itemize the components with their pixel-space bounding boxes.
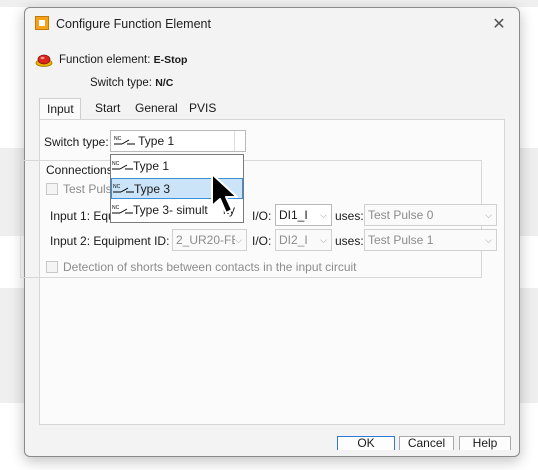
switch-type-label: Switch type:: [44, 135, 109, 149]
input2-equipment-value: 2_UR20-FE: [176, 233, 240, 247]
estop-icon: [35, 54, 53, 67]
app-config-icon: [35, 16, 49, 30]
function-element-value: E-Stop: [153, 54, 188, 66]
combo-button: [234, 131, 245, 151]
connections-label: Connections: [46, 163, 115, 177]
background-band: [0, 0, 538, 7]
input2-io-label: I/O:: [252, 234, 272, 248]
input2-uses-value: Test Pulse 1: [368, 233, 434, 247]
function-element-info: Function element: E-Stop: [59, 54, 187, 66]
input1-uses-select[interactable]: Test Pulse 0 ⌵: [364, 204, 497, 226]
switch-type-value: Type 1: [138, 134, 175, 148]
svg-text:NC: NC: [113, 184, 121, 190]
input2-equipment-select[interactable]: 2_UR20-FE ⌵: [172, 229, 247, 251]
input1-io-value: DI1_I: [279, 208, 308, 222]
input1-label: Input 1: Equ: [50, 209, 115, 223]
detection-shorts-label: Detection of shorts between contacts in …: [63, 260, 357, 274]
chevron-down-icon: ⌵: [485, 210, 492, 220]
switch-type-select[interactable]: NC Type 1: [110, 130, 246, 152]
test-pulse-checkbox[interactable]: [46, 183, 58, 195]
dialog-title: Configure Function Element: [56, 17, 211, 31]
input2-uses-select[interactable]: Test Pulse 1 ⌵: [364, 229, 497, 251]
svg-text:NC: NC: [112, 161, 120, 167]
input1-uses-label: uses:: [335, 209, 364, 223]
switch-type-header-value: N/C: [155, 77, 174, 89]
svg-text:NC: NC: [114, 136, 122, 142]
nc-contact-icon: NC: [112, 205, 133, 214]
input2-io-select[interactable]: DI2_I ⌵: [275, 229, 332, 251]
tab-start[interactable]: Start: [88, 98, 127, 120]
input2-uses-label: uses:: [335, 234, 364, 248]
dropdown-option-label: Type 3- simult: [133, 203, 208, 217]
title-bar: Configure Function Element ✕: [25, 8, 519, 40]
tab-general[interactable]: General: [128, 98, 185, 120]
switch-type-info: Switch type: N/C: [90, 77, 173, 89]
dropdown-option-label: Type 3: [134, 182, 171, 196]
detection-shorts-checkbox[interactable]: [46, 261, 58, 273]
nc-contact-icon: NC: [114, 136, 135, 145]
switch-type-header-label: Switch type:: [90, 77, 152, 89]
input1-io-select[interactable]: DI1_I ⌵: [275, 204, 332, 226]
ok-button[interactable]: OK: [337, 436, 395, 450]
tab-input[interactable]: Input: [39, 98, 81, 120]
nc-contact-icon: NC: [113, 184, 134, 193]
tab-pvis[interactable]: PVIS: [182, 98, 223, 120]
chevron-down-icon: ⌵: [235, 230, 242, 250]
help-button[interactable]: Help: [459, 436, 511, 450]
input1-io-label: I/O:: [252, 209, 272, 223]
input1-uses-value: Test Pulse 0: [368, 208, 434, 222]
function-element-label: Function element:: [59, 54, 151, 66]
chevron-down-icon: ⌵: [485, 235, 492, 245]
dropdown-option-label: Type 1: [133, 159, 170, 173]
input2-label: Input 2: Equipment ID:: [50, 234, 170, 248]
close-icon[interactable]: ✕: [489, 14, 509, 34]
input2-io-value: DI2_I: [279, 233, 308, 247]
nc-contact-icon: NC: [112, 161, 133, 170]
svg-text:NC: NC: [112, 205, 120, 211]
cancel-button[interactable]: Cancel: [399, 436, 454, 450]
chevron-down-icon: ⌵: [320, 210, 327, 220]
chevron-down-icon: ⌵: [320, 235, 327, 245]
mouse-pointer-icon: [211, 173, 238, 214]
